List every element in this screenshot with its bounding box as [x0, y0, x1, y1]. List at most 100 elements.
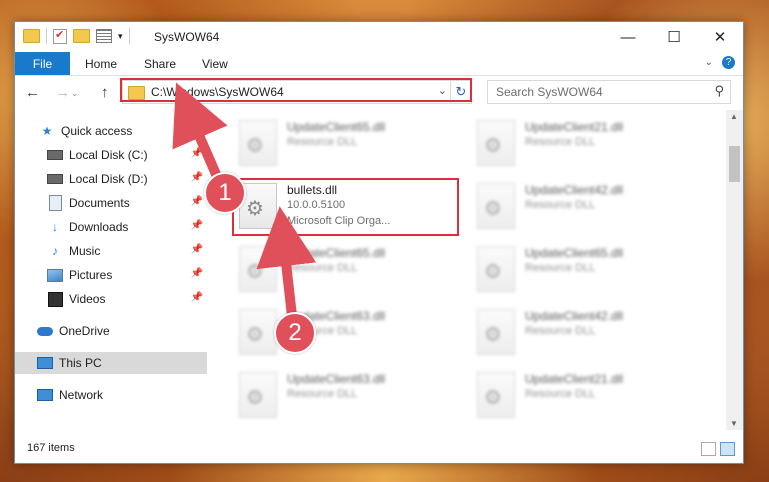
item-count: 167 items: [27, 442, 75, 454]
file-item[interactable]: ⚙ UpdateClient21.dll Resource DLL: [471, 116, 691, 174]
navigation-bar: ← → ⌄ ↑ C:\Windows\SysWOW64 ⌄ ↻ Search S…: [15, 76, 743, 110]
maximize-button[interactable]: ☐: [651, 22, 697, 52]
title-bar: ▾ SysWOW64 — ☐ ✕: [15, 22, 743, 52]
sidebar-item-quick-access[interactable]: ★ Quick access: [39, 120, 231, 142]
properties-icon[interactable]: [96, 29, 112, 43]
file-description: Resource DLL: [525, 325, 596, 337]
sidebar-item-network[interactable]: Network: [37, 384, 229, 406]
star-icon: ★: [41, 124, 53, 138]
file-description: Resource DLL: [525, 262, 596, 274]
forward-button[interactable]: →: [55, 84, 70, 101]
sidebar-item-documents[interactable]: Documents 📌: [15, 192, 207, 214]
address-highlight-box: [120, 78, 472, 102]
new-folder-icon[interactable]: [73, 29, 90, 43]
file-name: UpdateClient65.dll: [287, 246, 386, 260]
file-description: Resource DLL: [525, 136, 596, 148]
dll-file-icon: ⚙: [239, 372, 277, 418]
search-input[interactable]: Search SysWOW64 ⚲: [487, 80, 731, 104]
tab-home[interactable]: Home: [85, 57, 117, 71]
properties-check-icon[interactable]: [53, 28, 67, 44]
search-icon[interactable]: ⚲: [714, 83, 724, 99]
dll-file-icon: ⚙: [239, 309, 277, 355]
up-button[interactable]: ↑: [101, 84, 109, 101]
tab-share[interactable]: Share: [144, 57, 176, 71]
pin-icon[interactable]: 📌: [191, 172, 203, 183]
pin-icon[interactable]: 📌: [191, 268, 203, 279]
scroll-up-icon[interactable]: ▲: [730, 112, 738, 121]
pin-icon[interactable]: 📌: [191, 220, 203, 231]
pictures-icon: [47, 267, 63, 283]
scrollbar-thumb[interactable]: [729, 146, 740, 182]
sidebar-item-local-disk-c[interactable]: Local Disk (C:) 📌: [15, 144, 207, 166]
close-button[interactable]: ✕: [697, 22, 743, 52]
tab-view[interactable]: View: [202, 57, 228, 71]
ribbon: File Home Share View ⌄ ?: [15, 52, 743, 76]
explorer-window: ▾ SysWOW64 — ☐ ✕ File Home Share View ⌄ …: [14, 21, 744, 464]
file-highlight-box: [232, 178, 459, 236]
minimize-button[interactable]: —: [605, 22, 651, 52]
computer-icon: [37, 355, 53, 371]
sidebar-item-label: Quick access: [61, 124, 133, 138]
file-description: Resource DLL: [287, 136, 358, 148]
cloud-icon: [37, 323, 53, 339]
file-item[interactable]: ⚙ UpdateClient42.dll Resource DLL: [471, 179, 691, 237]
file-item[interactable]: ⚙ UpdateClient65.dll Resource DLL: [471, 242, 691, 300]
file-item[interactable]: ⚙ UpdateClient63.dll Resource DLL: [233, 305, 453, 363]
documents-icon: [47, 195, 63, 211]
customize-toolbar-chevron-icon[interactable]: ▾: [118, 31, 123, 42]
file-name: UpdateClient63.dll: [287, 372, 386, 386]
search-placeholder: Search SysWOW64: [496, 85, 603, 99]
folder-icon: [23, 29, 40, 43]
sidebar-item-music[interactable]: ♪ Music 📌: [15, 240, 207, 262]
file-name: UpdateClient42.dll: [525, 183, 624, 197]
expand-ribbon-chevron-icon[interactable]: ⌄: [705, 57, 713, 68]
file-name: UpdateClient21.dll: [525, 372, 624, 386]
vertical-scrollbar[interactable]: ▲ ▼: [726, 110, 743, 430]
sidebar-item-onedrive[interactable]: OneDrive: [37, 320, 229, 342]
file-description: Resource DLL: [287, 388, 358, 400]
sidebar-item-label: Music: [69, 244, 101, 258]
dll-file-icon: ⚙: [239, 120, 277, 166]
dll-file-icon: ⚙: [477, 309, 515, 355]
step-1-badge: 1: [204, 172, 246, 214]
sidebar-item-downloads[interactable]: ↓ Downloads 📌: [15, 216, 207, 238]
file-item[interactable]: ⚙ UpdateClient65.dll Resource DLL: [233, 116, 453, 174]
file-name: UpdateClient65.dll: [525, 246, 624, 260]
sidebar-item-label: Local Disk (D:): [69, 172, 148, 186]
file-name: UpdateClient21.dll: [525, 120, 624, 134]
sidebar-item-label: Pictures: [69, 268, 113, 282]
dll-file-icon: ⚙: [477, 183, 515, 229]
file-item[interactable]: ⚙ UpdateClient42.dll Resource DLL: [471, 305, 691, 363]
toolbar-separator: [46, 28, 47, 44]
sidebar-item-label: Downloads: [69, 220, 129, 234]
tab-file[interactable]: File: [15, 52, 70, 75]
file-item[interactable]: ⚙ UpdateClient65.dll Resource DLL: [233, 242, 453, 300]
file-description: Resource DLL: [525, 388, 596, 400]
scroll-down-icon[interactable]: ▼: [730, 419, 738, 428]
large-icons-view-icon[interactable]: [720, 442, 735, 456]
pin-icon[interactable]: 📌: [191, 292, 203, 303]
sidebar-item-label: Documents: [69, 196, 130, 210]
music-icon: ♪: [52, 244, 58, 258]
videos-icon: [47, 291, 63, 307]
back-button[interactable]: ←: [25, 84, 40, 101]
help-button[interactable]: ?: [722, 56, 735, 69]
file-description: Resource DLL: [525, 199, 596, 211]
recent-locations-chevron-icon[interactable]: ⌄: [71, 88, 79, 99]
download-icon: ↓: [52, 220, 58, 234]
details-view-icon[interactable]: [701, 442, 716, 456]
pin-icon[interactable]: 📌: [191, 196, 203, 207]
pin-icon[interactable]: 📌: [191, 148, 203, 159]
pin-icon[interactable]: 📌: [191, 244, 203, 255]
step-2-badge: 2: [274, 312, 316, 354]
sidebar-item-videos[interactable]: Videos 📌: [15, 288, 207, 310]
sidebar-item-local-disk-d[interactable]: Local Disk (D:) 📌: [15, 168, 207, 190]
file-item[interactable]: ⚙ UpdateClient63.dll Resource DLL: [233, 368, 453, 426]
sidebar-item-label: This PC: [59, 356, 102, 370]
file-item[interactable]: ⚙ UpdateClient21.dll Resource DLL: [471, 368, 691, 426]
drive-icon: [47, 147, 63, 163]
sidebar-item-pictures[interactable]: Pictures 📌: [15, 264, 207, 286]
toolbar-separator: [128, 28, 130, 44]
sidebar-item-this-pc[interactable]: This PC: [15, 352, 207, 374]
file-name: UpdateClient42.dll: [525, 309, 624, 323]
